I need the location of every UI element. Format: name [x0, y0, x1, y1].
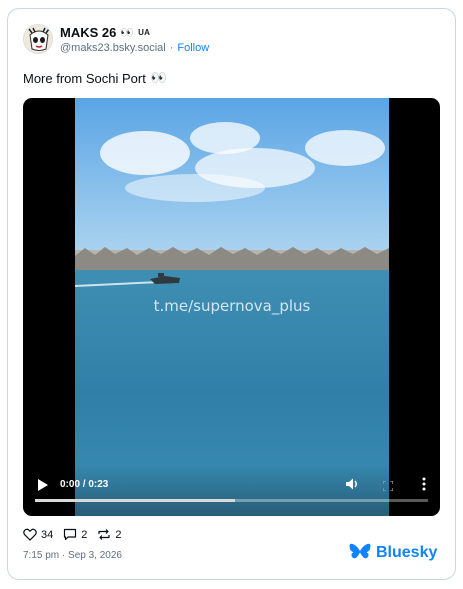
- like-count: 34: [41, 528, 54, 541]
- reply-count: 2: [81, 528, 88, 541]
- separator-dot: ·: [169, 42, 174, 54]
- video-more-options-button[interactable]: [421, 477, 427, 491]
- vertical-dots-icon: [422, 477, 426, 491]
- video-time: 0:00 / 0:23: [60, 479, 109, 490]
- post-timestamp[interactable]: 7:15 pm · Sep 3, 2026: [23, 550, 122, 561]
- post-actions: 34 2 2: [23, 528, 132, 541]
- post-text: More from Sochi Port 👀: [23, 70, 167, 86]
- flag-label: UA: [138, 28, 151, 37]
- post-embed-card: MAKS 26 👀 UA @maks23.bsky.social · Follo…: [7, 8, 456, 580]
- eyes-emoji: 👀: [150, 70, 168, 85]
- heart-icon: [23, 528, 37, 541]
- video-player[interactable]: t.me/supernova_plus 0:00 / 0:23: [23, 98, 440, 516]
- repost-count: 2: [115, 528, 122, 541]
- volume-button[interactable]: [345, 477, 359, 491]
- author-name-row: MAKS 26 👀 UA: [60, 25, 150, 40]
- post-text-body: More from Sochi Port: [23, 70, 146, 86]
- repost-button[interactable]: 2: [97, 528, 122, 541]
- video-controls: 0:00 / 0:23: [23, 463, 440, 516]
- video-frame[interactable]: t.me/supernova_plus: [75, 98, 389, 516]
- eyes-emoji: 👀: [120, 27, 135, 39]
- fullscreen-button[interactable]: [382, 478, 394, 492]
- fullscreen-icon: [382, 480, 394, 492]
- avatar[interactable]: [23, 24, 53, 54]
- play-icon: [38, 479, 48, 491]
- follow-link[interactable]: Follow: [177, 42, 209, 54]
- author-handle[interactable]: @maks23.bsky.social: [60, 42, 166, 54]
- author-display-name[interactable]: MAKS 26: [60, 25, 116, 40]
- comment-icon: [64, 528, 77, 541]
- brand-name: Bluesky: [376, 543, 438, 561]
- video-progress-bar[interactable]: [35, 499, 428, 502]
- butterfly-icon: [349, 543, 371, 559]
- play-button[interactable]: [37, 478, 49, 492]
- volume-icon: [346, 478, 357, 490]
- bluesky-brand-link[interactable]: Bluesky: [349, 543, 437, 562]
- like-button[interactable]: 34: [23, 528, 53, 541]
- author-handle-row: @maks23.bsky.social · Follow: [60, 42, 209, 54]
- video-progress-fill: [35, 499, 236, 502]
- repost-icon: [98, 529, 110, 540]
- reply-button[interactable]: 2: [63, 528, 87, 541]
- video-watermark: t.me/supernova_plus: [153, 297, 311, 315]
